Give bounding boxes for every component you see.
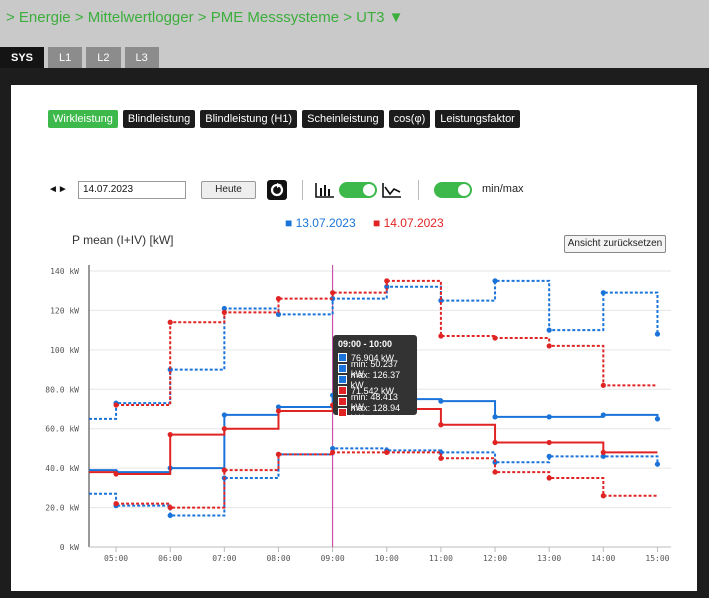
series-1-min-point — [600, 493, 606, 499]
color-swatch — [338, 364, 347, 373]
series-1-min-point — [167, 504, 173, 511]
x-tick-label: 09:00 — [321, 554, 345, 563]
series-1-max-point — [384, 278, 390, 284]
series-0-min-point — [654, 461, 661, 467]
series-0-mean-point — [221, 412, 227, 418]
color-swatch — [338, 375, 347, 384]
series-1-mean-point — [167, 432, 173, 438]
series-1-min-line — [116, 451, 658, 509]
x-tick-label: 08:00 — [266, 554, 290, 563]
series-1-max-point — [600, 382, 606, 388]
tooltip: 09:00 - 10:00 76.904 kW min: 50.237 kW m… — [333, 335, 417, 423]
series-1-min-point — [384, 449, 390, 455]
x-tick-label: 11:00 — [429, 554, 453, 563]
series-1-min-point — [438, 455, 444, 461]
color-swatch — [338, 353, 347, 362]
x-tick-label: 10:00 — [375, 554, 399, 563]
series-0-max-point — [492, 278, 498, 284]
y-tick-label: 120 kW — [50, 306, 79, 315]
series-0-max-point — [654, 331, 661, 337]
series-1-mean-point — [492, 439, 498, 446]
series-1-max-point — [221, 309, 227, 315]
series-0-mean-point — [492, 414, 498, 420]
series-1-max-point — [330, 290, 336, 296]
series-0-max-point — [546, 327, 552, 333]
series-0-mean-point — [546, 414, 552, 420]
tab-l1[interactable]: L1 — [48, 47, 83, 69]
tab-sys[interactable]: SYS — [0, 47, 45, 69]
series-1-mean-point — [600, 449, 606, 455]
series-1-min-point — [330, 449, 336, 455]
series-1-min-point — [546, 475, 552, 481]
series-0-min-line — [89, 447, 659, 517]
x-tick-label: 15:00 — [645, 554, 669, 563]
y-tick-label: 0 kW — [60, 543, 79, 552]
series-1-max-point — [546, 343, 552, 349]
series-0-min-point — [546, 453, 552, 459]
series-0-min-point — [167, 512, 173, 519]
series-1-mean-point — [113, 471, 119, 477]
chart-panel: Wirkleistung Blindleistung Blindleistung… — [11, 85, 697, 591]
series-1-max-point — [492, 335, 498, 341]
series-0-mean-point — [438, 398, 444, 404]
series-1-min-point — [275, 451, 282, 457]
series-1-max-point — [438, 333, 444, 339]
phase-tabs: SYS L1 L2 L3 — [0, 47, 163, 70]
x-tick-label: 14:00 — [591, 554, 615, 563]
y-tick-label: 140 kW — [50, 267, 79, 276]
series-1-mean-point — [546, 439, 552, 446]
x-tick-label: 12:00 — [483, 554, 507, 563]
series-1-max-point — [167, 319, 173, 325]
color-swatch — [338, 386, 347, 395]
color-swatch — [338, 397, 347, 406]
x-tick-label: 13:00 — [537, 554, 561, 563]
y-tick-label: 40.0 kW — [45, 464, 79, 473]
series-1-mean-point — [438, 422, 444, 428]
breadcrumb[interactable]: > Energie > Mittelwertlogger > PME Messs… — [6, 9, 404, 26]
x-tick-label: 05:00 — [104, 554, 128, 563]
series-1-min-point — [113, 501, 119, 507]
y-tick-label: 100 kW — [50, 346, 79, 355]
series-0-mean-point — [600, 412, 606, 418]
series-0-max-point — [600, 290, 606, 296]
series-1-max-point — [113, 402, 119, 408]
tooltip-value: max: 128.94 kW — [350, 402, 401, 423]
tooltip-title: 09:00 - 10:00 — [338, 339, 393, 349]
y-tick-label: 20.0 kW — [45, 504, 79, 513]
tab-l2[interactable]: L2 — [86, 47, 121, 69]
series-1-min-point — [492, 469, 498, 475]
color-swatch — [338, 408, 347, 417]
y-tick-label: 60.0 kW — [45, 425, 79, 434]
x-tick-label: 06:00 — [158, 554, 182, 563]
series-1-mean-point — [221, 426, 227, 432]
tab-l3[interactable]: L3 — [124, 47, 159, 69]
series-1-min-point — [221, 467, 227, 473]
series-1-mean-point — [275, 408, 282, 414]
x-tick-label: 07:00 — [212, 554, 236, 563]
y-tick-label: 80.0 kW — [45, 385, 79, 394]
series-1-max-point — [275, 296, 282, 302]
series-0-mean-point — [654, 416, 661, 422]
